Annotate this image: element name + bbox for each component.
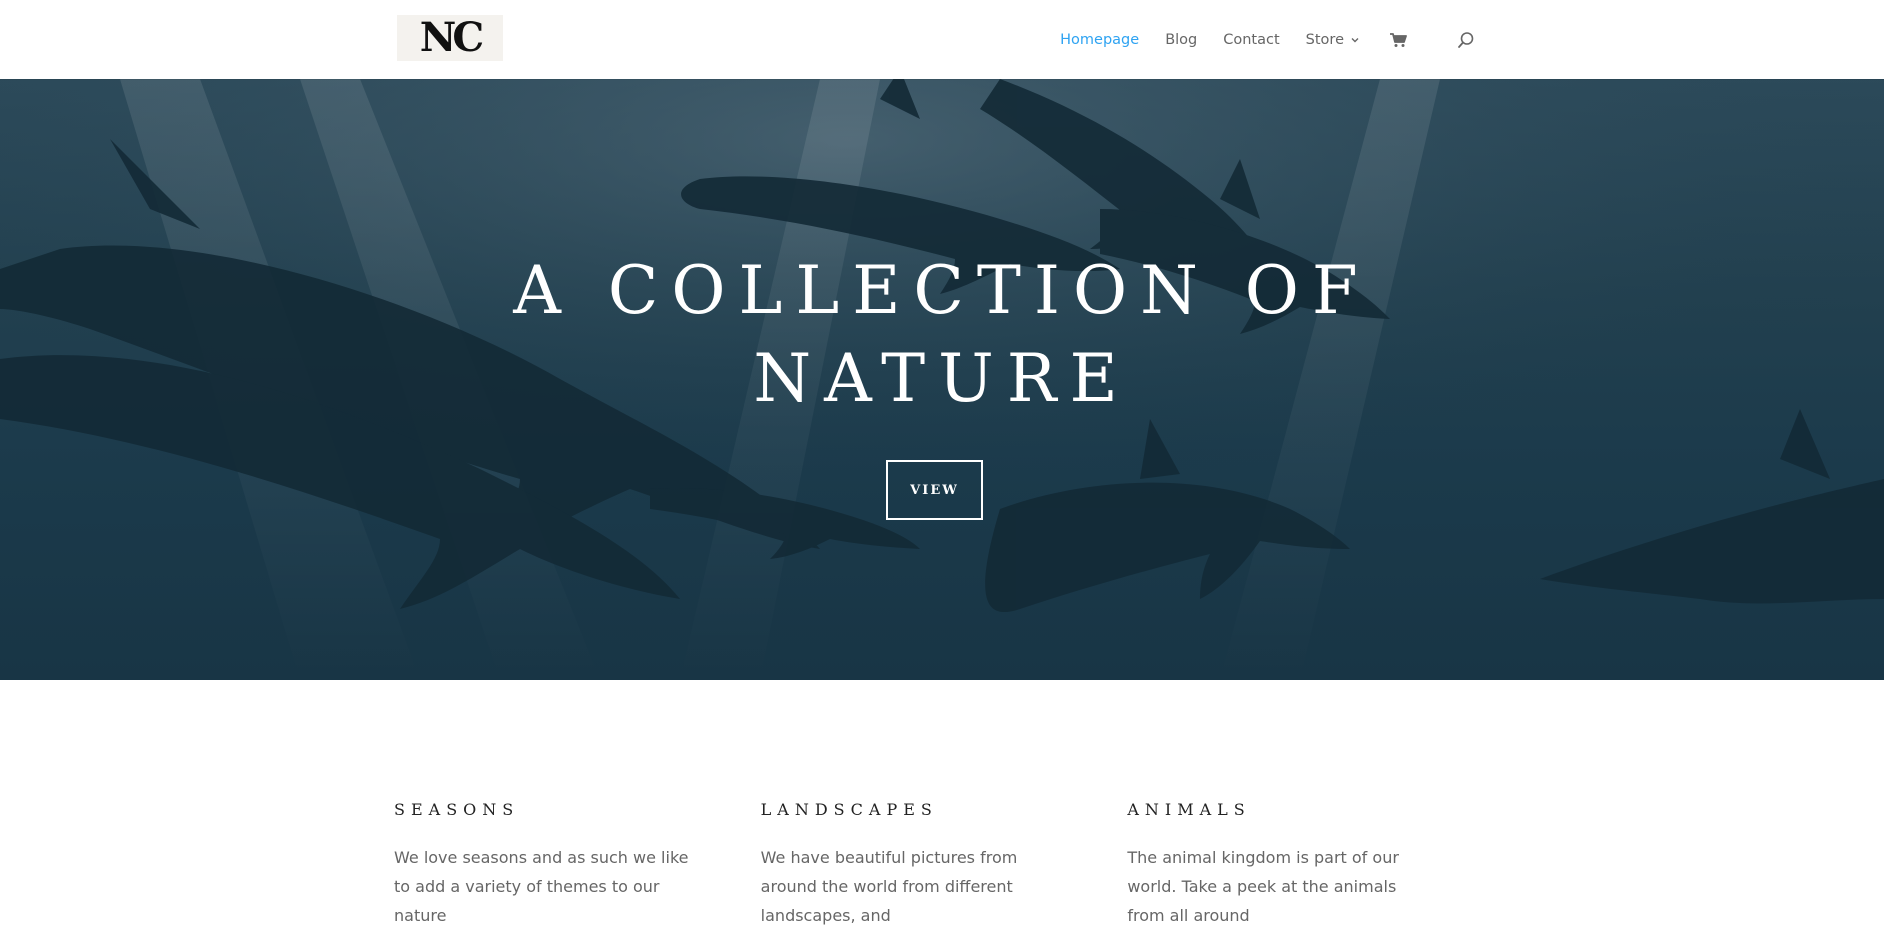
logo-text: NC (419, 14, 484, 61)
hero-title-line-1: A COLLECTION OF (513, 252, 1371, 329)
site-header: NC Homepage Blog Contact Store (0, 0, 1884, 79)
column-landscapes: LANDSCAPES We have beautiful pictures fr… (761, 800, 1128, 930)
column-title: ANIMALS (1127, 800, 1251, 819)
view-button[interactable]: VIEW (886, 460, 983, 520)
nav-item-homepage[interactable]: Homepage (1060, 32, 1139, 48)
hero-title-line-2: NATURE (753, 340, 1131, 417)
hero-title: A COLLECTION OF NATURE (0, 247, 1884, 423)
hero-section: A COLLECTION OF NATURE VIEW (0, 79, 1884, 680)
column-title: SEASONS (394, 800, 520, 819)
column-text: We have beautiful pictures from around t… (760, 848, 1018, 925)
search-icon[interactable] (1456, 30, 1476, 50)
column-text: The animal kingdom is part of our world.… (1127, 848, 1399, 925)
column-animals: ANIMALS The animal kingdom is part of ou… (1127, 800, 1494, 930)
feature-columns: SEASONS We love seasons and as such we l… (394, 800, 1494, 930)
site-logo[interactable]: NC (397, 15, 503, 61)
column-text: We love seasons and as such we like to a… (394, 848, 689, 925)
column-seasons: SEASONS We love seasons and as such we l… (394, 800, 761, 930)
nav-item-contact[interactable]: Contact (1223, 32, 1279, 48)
chevron-down-icon (1351, 37, 1359, 42)
cart-icon[interactable] (1388, 30, 1408, 50)
nav-item-store-label: Store (1305, 31, 1344, 48)
nav-item-store[interactable]: Store (1306, 32, 1360, 48)
column-title: LANDSCAPES (760, 800, 938, 819)
nav-item-blog[interactable]: Blog (1165, 32, 1197, 48)
main-nav: Homepage Blog Contact Store (1060, 0, 1476, 79)
